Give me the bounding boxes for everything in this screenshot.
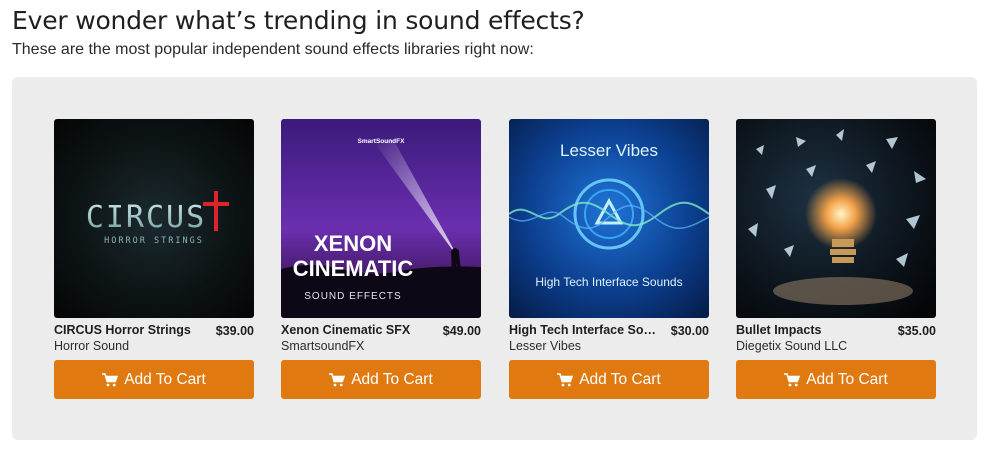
page-title: Ever wonder what’s trending in sound eff… xyxy=(12,6,585,35)
add-to-cart-label: Add To Cart xyxy=(579,370,661,388)
add-to-cart-label: Add To Cart xyxy=(351,370,433,388)
product-artist[interactable]: Lesser Vibes xyxy=(509,339,709,355)
product-cover-xenon[interactable]: SmartSoundFX XENON CINEMATIC SOUND EFFEC… xyxy=(281,119,481,318)
product-title[interactable]: High Tech Interface Sounds xyxy=(509,323,659,337)
product-artist[interactable]: Diegetix Sound LLC xyxy=(736,339,936,355)
cover-text: XENON xyxy=(314,231,392,256)
product-price: $30.00 xyxy=(670,324,709,338)
product-artist[interactable]: SmartsoundFX xyxy=(281,339,481,355)
add-to-cart-button[interactable]: Add To Cart xyxy=(509,360,709,399)
product-title[interactable]: Bullet Impacts xyxy=(736,323,821,337)
cover-text: CINEMATIC xyxy=(293,256,414,281)
cover-text: HORROR STRINGS xyxy=(104,236,204,246)
add-to-cart-button[interactable]: Add To Cart xyxy=(54,360,254,399)
add-to-cart-label: Add To Cart xyxy=(124,370,206,388)
product-artist[interactable]: Horror Sound xyxy=(54,339,254,355)
product-card: Bullet Impacts $35.00 Diegetix Sound LLC… xyxy=(736,119,936,399)
page-subtitle: These are the most popular independent s… xyxy=(12,41,534,58)
cover-text: High Tech Interface Sounds xyxy=(535,275,682,289)
cover-text: CIRCUS xyxy=(86,200,206,235)
products-panel: CIRCUS HORROR STRINGS CIRCUS Horror Stri… xyxy=(12,77,977,440)
cover-text: SOUND EFFECTS xyxy=(304,291,401,302)
product-title[interactable]: CIRCUS Horror Strings xyxy=(54,323,191,337)
product-cover-circus[interactable]: CIRCUS HORROR STRINGS xyxy=(54,119,254,318)
add-to-cart-button[interactable]: Add To Cart xyxy=(281,360,481,399)
product-cover-lesser-vibes[interactable]: Lesser Vibes High Tech Interface Sounds xyxy=(509,119,709,318)
product-price: $49.00 xyxy=(442,324,481,338)
add-to-cart-label: Add To Cart xyxy=(806,370,888,388)
cart-icon xyxy=(102,372,119,387)
cover-brand: SmartSoundFX xyxy=(358,138,406,145)
product-card: SmartSoundFX XENON CINEMATIC SOUND EFFEC… xyxy=(281,119,481,399)
cover-text: Lesser Vibes xyxy=(560,141,658,160)
product-card: CIRCUS HORROR STRINGS CIRCUS Horror Stri… xyxy=(54,119,254,399)
cart-icon xyxy=(784,372,801,387)
trending-section: Ever wonder what’s trending in sound eff… xyxy=(0,0,1000,473)
product-title[interactable]: Xenon Cinematic SFX xyxy=(281,323,410,337)
product-price: $35.00 xyxy=(897,324,936,338)
product-cover-bullet-impacts[interactable] xyxy=(736,119,936,318)
shattering-bulb-image xyxy=(736,119,936,318)
add-to-cart-button[interactable]: Add To Cart xyxy=(736,360,936,399)
cart-icon xyxy=(557,372,574,387)
product-card: Lesser Vibes High Tech Interface Sounds … xyxy=(509,119,709,399)
cart-icon xyxy=(329,372,346,387)
product-price: $39.00 xyxy=(215,324,254,338)
